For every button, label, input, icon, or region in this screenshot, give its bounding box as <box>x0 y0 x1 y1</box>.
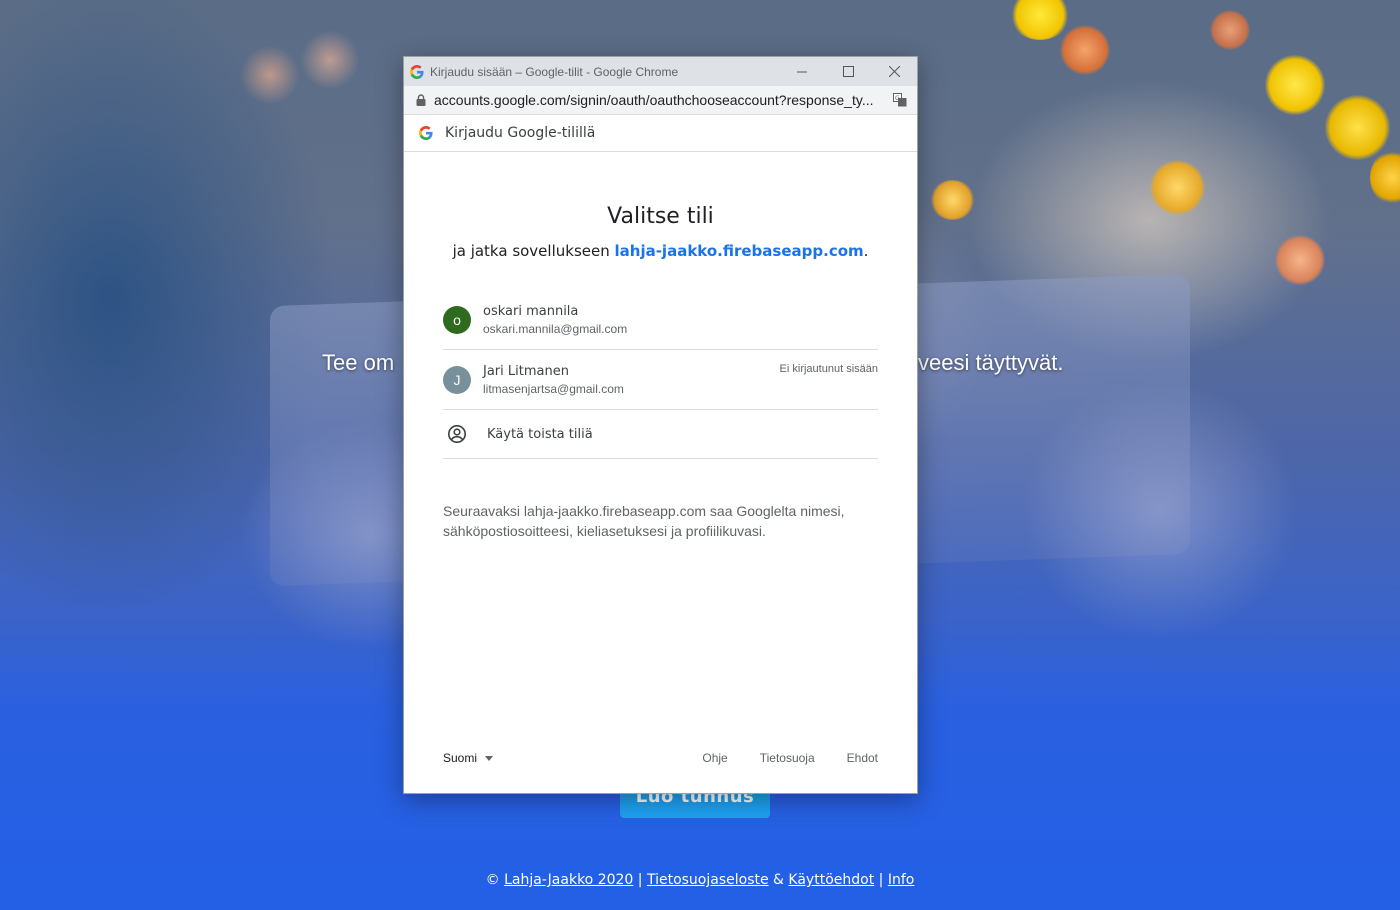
bokeh-light <box>1210 10 1250 50</box>
use-another-account-button[interactable]: Käytä toista tiliä <box>443 410 878 459</box>
hero-text-right: veesi täyttyvät. <box>918 350 1064 375</box>
copyright-symbol: © <box>485 872 505 888</box>
bokeh-light <box>1150 160 1205 215</box>
privacy-link[interactable]: Tietosuoja <box>760 751 815 765</box>
account-email: litmasenjartsa@gmail.com <box>483 381 624 396</box>
popup-footer: Suomi Ohje Tietosuoja Ehdot <box>443 751 878 765</box>
privacy-policy-link[interactable]: Tietosuojaseloste <box>647 872 769 888</box>
account-item[interactable]: o oskari mannila oskari.mannila@gmail.co… <box>443 290 878 350</box>
brand-link[interactable]: Lahja-Jaakko 2020 <box>504 872 633 888</box>
use-another-account-label: Käytä toista tiliä <box>487 426 593 442</box>
minimize-icon[interactable] <box>779 57 825 86</box>
bokeh-light <box>240 45 300 105</box>
subtitle-prefix: ja jatka sovellukseen <box>452 242 615 260</box>
account-chooser: Valitse tili ja jatka sovellukseen lahja… <box>404 204 917 541</box>
footer-ampersand: & <box>768 872 789 888</box>
svg-text:G: G <box>895 95 900 102</box>
consent-info-text: Seuraavaksi lahja-jaakko.firebaseapp.com… <box>443 503 845 539</box>
close-icon[interactable] <box>871 57 917 86</box>
signed-out-status: Ei kirjautunut sisään <box>779 363 878 375</box>
chevron-down-icon <box>485 755 494 761</box>
page-title: Valitse tili <box>607 204 714 229</box>
footer-separator: | <box>633 872 647 888</box>
bokeh-light <box>1265 55 1325 115</box>
bokeh-light <box>1370 150 1400 205</box>
bokeh-light <box>1010 0 1070 40</box>
terms-link[interactable]: Ehdot <box>847 751 878 765</box>
info-link[interactable]: Info <box>888 872 915 888</box>
google-logo-icon <box>419 126 433 140</box>
translate-icon[interactable]: G <box>893 93 907 107</box>
avatar: J <box>443 365 471 394</box>
page-subtitle: ja jatka sovellukseen lahja-jaakko.fireb… <box>443 242 878 260</box>
address-bar[interactable]: accounts.google.com/signin/oauth/oauthch… <box>404 86 917 115</box>
maximize-icon[interactable] <box>825 57 871 86</box>
window-titlebar: Kirjaudu sisään – Google-tilit - Google … <box>404 57 917 86</box>
avatar: o <box>443 305 471 334</box>
help-link[interactable]: Ohje <box>702 751 727 765</box>
account-name: oskari mannila <box>483 303 579 319</box>
terms-link[interactable]: Käyttöehdot <box>788 872 874 888</box>
subtitle-suffix: . <box>863 242 869 260</box>
hero-text-left: Tee om <box>322 350 395 375</box>
account-circle-icon <box>448 425 466 443</box>
lock-icon <box>416 94 426 106</box>
app-link[interactable]: lahja-jaakko.firebaseapp.com <box>615 242 864 260</box>
footer-separator: | <box>874 872 888 888</box>
account-name: Jari Litmanen <box>483 363 569 379</box>
language-label: Suomi <box>443 751 478 765</box>
language-selector[interactable]: Suomi <box>443 751 494 765</box>
url-text: accounts.google.com/signin/oauth/oauthch… <box>434 92 874 108</box>
window-title: Kirjaudu sisään – Google-tilit - Google … <box>430 64 679 79</box>
signin-header-label: Kirjaudu Google-tilillä <box>445 125 596 141</box>
bokeh-light <box>1275 235 1325 285</box>
account-item[interactable]: J Jari Litmanen litmasenjartsa@gmail.com… <box>443 350 878 410</box>
hand-right-image <box>1020 380 1300 640</box>
account-list: o oskari mannila oskari.mannila@gmail.co… <box>443 290 878 459</box>
account-email: oskari.mannila@gmail.com <box>483 321 628 336</box>
bokeh-light <box>300 30 360 90</box>
signin-popup-window: Kirjaudu sisään – Google-tilit - Google … <box>403 56 918 794</box>
bokeh-light <box>1060 25 1110 75</box>
bokeh-light <box>1325 95 1390 160</box>
google-logo-icon <box>410 64 424 79</box>
bokeh-light <box>930 180 975 220</box>
page-footer: © Lahja-Jaakko 2020 | Tietosuojaseloste … <box>0 872 1400 888</box>
signin-header: Kirjaudu Google-tilillä <box>404 115 917 152</box>
